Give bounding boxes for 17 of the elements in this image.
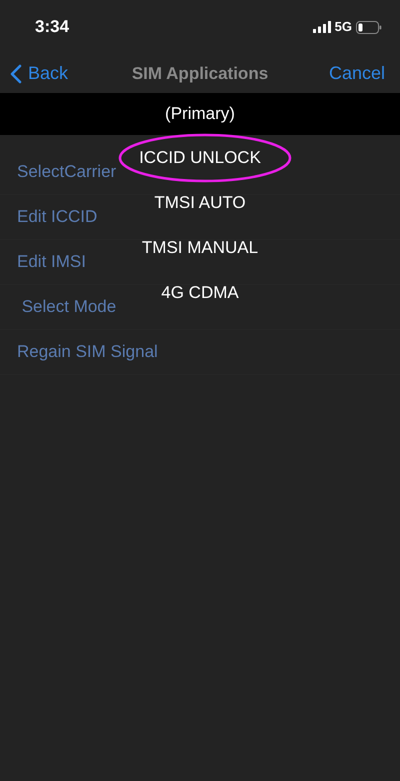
- list-item[interactable]: Select Mode: [17, 294, 116, 320]
- battery-icon: [356, 20, 382, 34]
- nav-title: SIM Applications: [132, 62, 268, 85]
- menu-option[interactable]: 4G CDMA: [161, 280, 239, 306]
- back-button[interactable]: Back: [10, 60, 68, 87]
- signal-icon: [312, 21, 331, 33]
- network-label: 5G: [334, 18, 352, 36]
- list-item[interactable]: Edit IMSI: [17, 249, 86, 275]
- status-time: 3:34: [35, 16, 70, 38]
- menu-header: (Primary): [165, 103, 235, 126]
- cancel-button[interactable]: Cancel: [328, 60, 385, 87]
- list-item[interactable]: SelectCarrier: [17, 159, 116, 185]
- menu-option[interactable]: TMSI MANUAL: [142, 234, 258, 260]
- menu-option[interactable]: TMSI AUTO: [154, 190, 246, 216]
- list-item[interactable]: Regain SIM Signal: [17, 339, 158, 365]
- list-item[interactable]: Edit ICCID: [17, 204, 98, 230]
- chevron-left-icon: [10, 64, 22, 84]
